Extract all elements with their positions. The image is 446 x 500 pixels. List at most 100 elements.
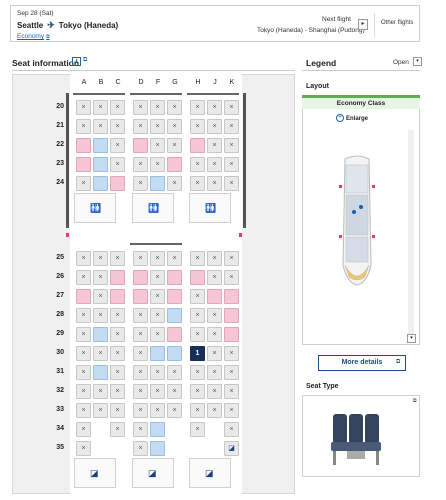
seat-25F[interactable]: ×: [150, 251, 165, 266]
seat-33B[interactable]: ×: [93, 403, 108, 418]
seat-27G[interactable]: [167, 289, 182, 304]
seat-25D[interactable]: ×: [133, 251, 148, 266]
seat-31C[interactable]: ×: [110, 365, 125, 380]
seat-33C[interactable]: ×: [110, 403, 125, 418]
seat-26K[interactable]: ×: [224, 270, 239, 285]
seat-33H[interactable]: ×: [190, 403, 205, 418]
seat-31H[interactable]: ×: [190, 365, 205, 380]
seat-33D[interactable]: ×: [133, 403, 148, 418]
seat-23H[interactable]: ×: [190, 157, 205, 172]
seat-28J[interactable]: ×: [207, 308, 222, 323]
seat-24F[interactable]: [150, 176, 165, 191]
seat-31A[interactable]: ×: [76, 365, 91, 380]
seat-21A[interactable]: ×: [76, 119, 91, 134]
seat-29G[interactable]: [167, 327, 182, 342]
seat-30F[interactable]: [150, 346, 165, 361]
seat-31B[interactable]: [93, 365, 108, 380]
seat-23K[interactable]: ×: [224, 157, 239, 172]
seat-34K[interactable]: ×: [224, 422, 239, 437]
seat-25A[interactable]: ×: [76, 251, 91, 266]
seat-22C[interactable]: ×: [110, 138, 125, 153]
seat-29K[interactable]: [224, 327, 239, 342]
zoom-in-icon[interactable]: +: [336, 114, 344, 122]
seat-28B[interactable]: ×: [93, 308, 108, 323]
seat-24J[interactable]: ×: [207, 176, 222, 191]
seat-20H[interactable]: ×: [190, 100, 205, 115]
seat-21J[interactable]: ×: [207, 119, 222, 134]
seat-26A[interactable]: ×: [76, 270, 91, 285]
seat-32H[interactable]: ×: [190, 384, 205, 399]
seat-30K[interactable]: ×: [224, 346, 239, 361]
seat-28A[interactable]: ×: [76, 308, 91, 323]
seat-27B[interactable]: ×: [93, 289, 108, 304]
seat-29C[interactable]: ×: [110, 327, 125, 342]
seat-29J[interactable]: ×: [207, 327, 222, 342]
seat-20J[interactable]: ×: [207, 100, 222, 115]
seat-26H[interactable]: [190, 270, 205, 285]
seat-27F[interactable]: ×: [150, 289, 165, 304]
seat-30D[interactable]: ×: [133, 346, 148, 361]
more-details-button[interactable]: More details: [318, 355, 406, 371]
seat-33F[interactable]: ×: [150, 403, 165, 418]
seat-20F[interactable]: ×: [150, 100, 165, 115]
seat-28G[interactable]: [167, 308, 182, 323]
seat-23B[interactable]: [93, 157, 108, 172]
seat-29D[interactable]: ×: [133, 327, 148, 342]
seat-34H[interactable]: ×: [190, 422, 205, 437]
seat-20C[interactable]: ×: [110, 100, 125, 115]
seat-32D[interactable]: ×: [133, 384, 148, 399]
seat-22H[interactable]: [190, 138, 205, 153]
seat-21D[interactable]: ×: [133, 119, 148, 134]
seat-22B[interactable]: [93, 138, 108, 153]
seat-29F[interactable]: ×: [150, 327, 165, 342]
seat-23J[interactable]: ×: [207, 157, 222, 172]
seat-35K[interactable]: ◪: [224, 441, 239, 456]
seat-28F[interactable]: ×: [150, 308, 165, 323]
seat-21H[interactable]: ×: [190, 119, 205, 134]
seat-30A[interactable]: ×: [76, 346, 91, 361]
seat-29B[interactable]: [93, 327, 108, 342]
seat-29A[interactable]: ×: [76, 327, 91, 342]
seat-28D[interactable]: ×: [133, 308, 148, 323]
seat-27K[interactable]: [224, 289, 239, 304]
seat-23A[interactable]: [76, 157, 91, 172]
seat-30J[interactable]: ×: [207, 346, 222, 361]
scroll-down-button[interactable]: ▾: [407, 334, 416, 343]
external-link-icon[interactable]: ⧉: [83, 57, 87, 64]
seat-30G[interactable]: [167, 346, 182, 361]
seat-26F[interactable]: ×: [150, 270, 165, 285]
seat-25J[interactable]: ×: [207, 251, 222, 266]
seat-34F[interactable]: [150, 422, 165, 437]
seat-26D[interactable]: [133, 270, 148, 285]
cabin-link[interactable]: Economy ⧉: [17, 33, 50, 40]
seat-20D[interactable]: ×: [133, 100, 148, 115]
seat-22D[interactable]: [133, 138, 148, 153]
seat-25C[interactable]: ×: [110, 251, 125, 266]
seat-24K[interactable]: ×: [224, 176, 239, 191]
seat-32B[interactable]: ×: [93, 384, 108, 399]
seat-21K[interactable]: ×: [224, 119, 239, 134]
seat-28K[interactable]: [224, 308, 239, 323]
seat-21G[interactable]: ×: [167, 119, 182, 134]
seat-23C[interactable]: ×: [110, 157, 125, 172]
seat-32C[interactable]: ×: [110, 384, 125, 399]
seat-20G[interactable]: ×: [167, 100, 182, 115]
chevron-down-icon[interactable]: ▾: [413, 57, 422, 66]
seat-26B[interactable]: ×: [93, 270, 108, 285]
seat-27H[interactable]: ×: [190, 289, 205, 304]
scrollbar[interactable]: [408, 130, 414, 335]
seat-35D[interactable]: ×: [133, 441, 148, 456]
seat-30C[interactable]: ×: [110, 346, 125, 361]
seat-35A[interactable]: ×: [76, 441, 91, 456]
seat-22G[interactable]: ×: [167, 138, 182, 153]
seat-31K[interactable]: ×: [224, 365, 239, 380]
seat-21B[interactable]: ×: [93, 119, 108, 134]
enlarge-link[interactable]: Enlarge: [346, 116, 368, 122]
seat-34D[interactable]: ×: [133, 422, 148, 437]
other-flights-button[interactable]: Other flights: [381, 20, 413, 26]
seat-24C[interactable]: [110, 176, 125, 191]
seat-31J[interactable]: ×: [207, 365, 222, 380]
seat-34A[interactable]: ×: [76, 422, 91, 437]
seat-26C[interactable]: [110, 270, 125, 285]
seat-21C[interactable]: ×: [110, 119, 125, 134]
